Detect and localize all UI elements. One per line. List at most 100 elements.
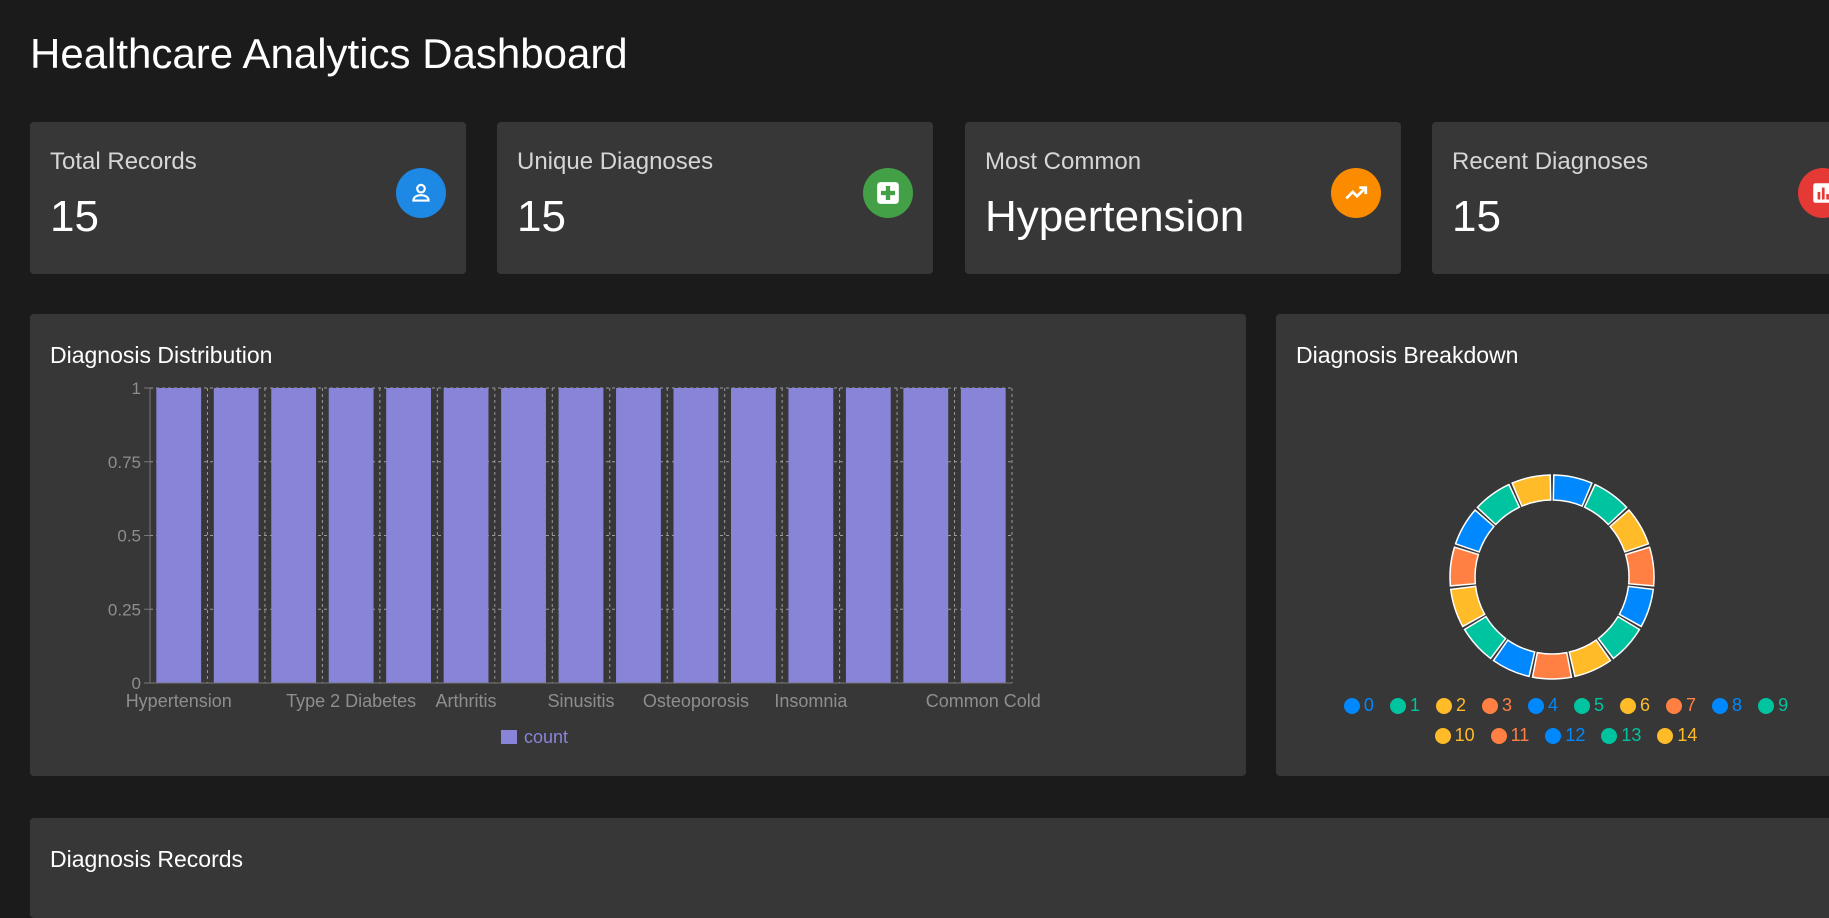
stat-label: Most Common	[985, 148, 1142, 175]
bar[interactable]	[845, 388, 891, 683]
donut-slice[interactable]	[1449, 546, 1480, 587]
legend-item[interactable]: 9	[1758, 695, 1788, 716]
bar[interactable]	[903, 388, 949, 683]
bar[interactable]	[788, 388, 834, 683]
legend-dot	[1527, 697, 1544, 714]
legend-label: 12	[1565, 725, 1586, 745]
legend-item[interactable]: 4	[1527, 695, 1558, 716]
legend-dot	[1657, 727, 1674, 744]
bar[interactable]	[271, 388, 317, 683]
x-tick-label: Sinusitis	[547, 691, 614, 711]
x-tick-label: Osteoporosis	[643, 691, 749, 711]
donut-slice[interactable]	[1531, 651, 1573, 680]
donut-legend-row: 0 1 2 3 4 5 6 7 8 9	[1276, 695, 1829, 719]
legend-label: 3	[1501, 695, 1512, 715]
y-tick-label: 0.5	[117, 527, 141, 546]
legend-dot	[1666, 697, 1683, 714]
y-tick-label: 0.25	[108, 600, 141, 619]
panel-title: Diagnosis Records	[50, 846, 244, 872]
legend-dot	[1758, 697, 1775, 714]
diagnosis-breakdown-panel: Diagnosis Breakdown 0123456789 10 11 12 13 1…	[1276, 314, 1829, 776]
legend-item[interactable]: 6	[1620, 695, 1650, 716]
stat-label: Total Records	[50, 148, 197, 175]
legend-label: 5	[1594, 695, 1605, 715]
legend-label: 8	[1732, 695, 1743, 715]
bar-chart-icon	[1798, 168, 1829, 218]
legend-label: 4	[1547, 695, 1558, 715]
legend-label: 9	[1778, 695, 1789, 715]
legend-item[interactable]: 5	[1574, 695, 1604, 716]
stat-label: Recent Diagnoses	[1452, 148, 1649, 175]
donut-slice[interactable]	[1552, 474, 1593, 508]
legend-item[interactable]: 2	[1435, 695, 1466, 716]
stat-card-most-common: Most Common Hypertension	[965, 122, 1401, 274]
x-tick-label: Arthritis	[436, 691, 497, 711]
stat-card-unique-diagnoses: Unique Diagnoses 15	[497, 122, 933, 274]
legend-label: count	[524, 727, 568, 747]
x-tick-label: Common Cold	[926, 691, 1041, 711]
legend-label: 6	[1640, 695, 1651, 715]
bar[interactable]	[673, 388, 719, 683]
legend-label: 2	[1455, 695, 1466, 715]
legend-label: 11	[1510, 725, 1530, 745]
bar[interactable]	[960, 388, 1006, 683]
legend-label: 7	[1686, 695, 1697, 715]
legend-item[interactable]: 14	[1657, 725, 1697, 746]
diagnosis-bar-chart: 00.250.50.751Hypertension Type 2 Diabetes…	[108, 379, 1041, 747]
donut-slice[interactable]	[1511, 474, 1552, 508]
bar[interactable]	[156, 388, 202, 683]
legend-item[interactable]: 8	[1712, 695, 1742, 716]
legend-item[interactable]: 1	[1389, 695, 1420, 716]
legend-dot	[1545, 727, 1562, 744]
legend-item[interactable]: 3	[1481, 695, 1512, 716]
legend-item[interactable]: 12	[1545, 725, 1585, 746]
bar[interactable]	[501, 388, 546, 683]
bar[interactable]	[443, 388, 489, 683]
bar[interactable]	[616, 388, 661, 683]
legend-dot	[1435, 697, 1452, 714]
stat-card-total-records: Total Records 15	[30, 122, 466, 274]
x-tick-label: Insomnia	[774, 691, 848, 711]
legend-item[interactable]: 10	[1434, 725, 1475, 746]
y-tick-label: 1	[132, 379, 141, 398]
legend-item[interactable]: 13	[1601, 725, 1641, 746]
legend-item[interactable]: 11	[1490, 725, 1530, 746]
stat-value: 15	[1452, 192, 1501, 241]
bar[interactable]	[558, 388, 604, 683]
y-tick-label: 0.75	[108, 453, 141, 472]
legend-label: 13	[1621, 725, 1642, 745]
donut-slice[interactable]	[1624, 546, 1655, 587]
legend-label: 0	[1363, 695, 1374, 715]
stat-value: 15	[50, 192, 99, 241]
x-tick-label: Type 2 Diabetes	[286, 691, 416, 711]
legend-dot	[1620, 697, 1637, 714]
stat-value: 15	[517, 192, 566, 241]
bar[interactable]	[328, 388, 374, 683]
legend-dot	[1434, 727, 1451, 744]
legend-label: 10	[1454, 725, 1475, 745]
legend-swatch	[501, 730, 517, 744]
x-tick-label: Hypertension	[126, 691, 232, 711]
legend-dot	[1712, 697, 1729, 714]
person-icon	[396, 168, 446, 218]
medical-cross-icon	[863, 168, 913, 218]
legend-dot	[1389, 697, 1406, 714]
stat-label: Unique Diagnoses	[517, 148, 714, 175]
bar[interactable]	[213, 388, 259, 683]
legend-dot	[1601, 727, 1618, 744]
bar[interactable]	[730, 388, 776, 683]
legend-item[interactable]: 7	[1666, 695, 1696, 716]
legend-item[interactable]: 0	[1343, 695, 1374, 716]
legend-dot	[1574, 697, 1590, 714]
stat-card-recent-diagnoses: Recent Diagnoses 15	[1432, 122, 1829, 274]
diagnosis-distribution-panel: Diagnosis Distribution 0 0.25 0.5 0.75 1 Hype…	[30, 314, 1246, 776]
legend-label: 14	[1677, 725, 1698, 745]
legend-dot	[1481, 697, 1498, 714]
trending-up-icon	[1331, 168, 1381, 218]
page-title: Healthcare Analytics Dashboard	[30, 30, 628, 77]
legend-dot	[1490, 727, 1507, 744]
bar[interactable]	[386, 388, 432, 683]
donut-legend-row: 10 11 12 13 14	[1276, 725, 1829, 749]
legend-dot	[1343, 697, 1360, 714]
diagnosis-records-panel: Diagnosis Records	[30, 818, 1829, 918]
